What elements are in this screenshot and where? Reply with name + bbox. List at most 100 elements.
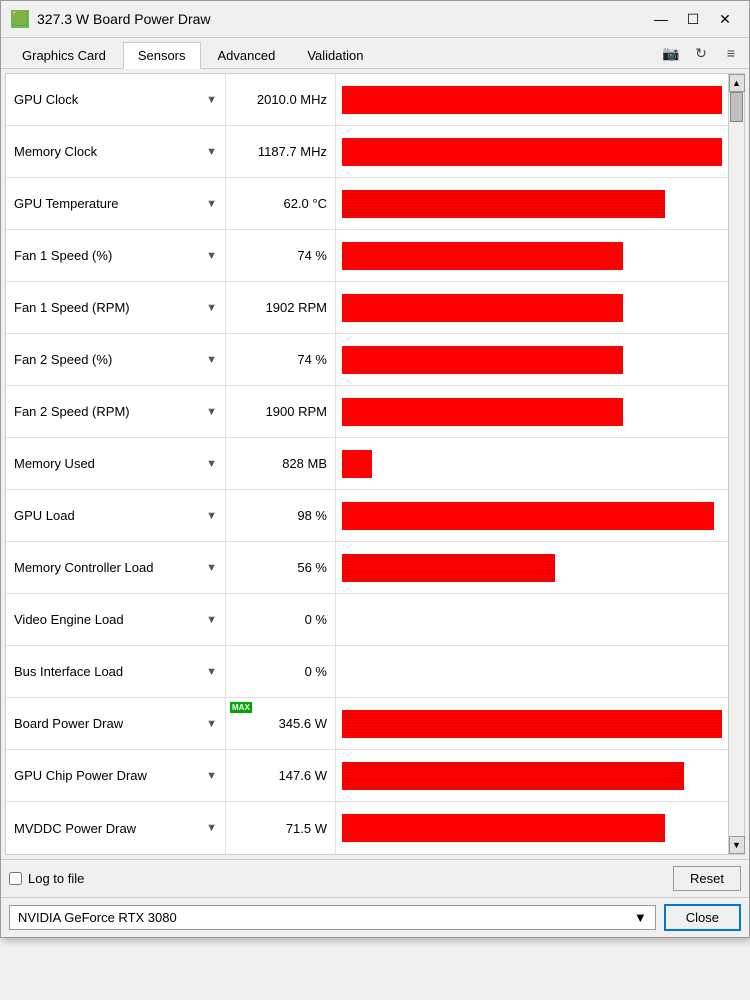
close-button[interactable]: Close bbox=[664, 904, 741, 931]
sensor-value-cell: 1187.7 MHz bbox=[226, 126, 336, 177]
log-to-file-checkbox[interactable] bbox=[9, 872, 22, 885]
tab-graphics-card[interactable]: Graphics Card bbox=[7, 42, 121, 68]
sensor-name-cell: GPU Clock ▼ bbox=[6, 74, 226, 125]
sensor-dropdown-arrow[interactable]: ▼ bbox=[206, 94, 217, 106]
log-to-file-text: Log to file bbox=[28, 871, 84, 886]
sensor-name-text: Fan 1 Speed (RPM) bbox=[14, 300, 130, 315]
sensor-dropdown-arrow[interactable]: ▼ bbox=[206, 666, 217, 678]
sensor-value-cell: 62.0 °C bbox=[226, 178, 336, 229]
sensor-dropdown-arrow[interactable]: ▼ bbox=[206, 718, 217, 730]
scroll-up-button[interactable]: ▲ bbox=[729, 74, 745, 92]
sensor-dropdown-arrow[interactable]: ▼ bbox=[206, 354, 217, 366]
sensor-row: GPU Chip Power Draw ▼ 147.6 W bbox=[6, 750, 728, 802]
sensor-bar-bg bbox=[342, 398, 722, 426]
refresh-button[interactable]: ↻ bbox=[689, 42, 713, 64]
sensor-bar-container bbox=[336, 438, 728, 489]
sensor-dropdown-arrow[interactable]: ▼ bbox=[206, 198, 217, 210]
sensor-value-cell: 98 % bbox=[226, 490, 336, 541]
gpu-selector[interactable]: NVIDIA GeForce RTX 3080 ▼ bbox=[9, 905, 656, 930]
sensor-bar-bg bbox=[342, 138, 722, 166]
sensor-value-text: 1900 RPM bbox=[266, 404, 327, 419]
sensor-name-cell: Fan 1 Speed (%) ▼ bbox=[6, 230, 226, 281]
sensor-bar-fill bbox=[342, 294, 623, 322]
sensor-bar-bg bbox=[342, 86, 722, 114]
sensor-value-text: 828 MB bbox=[282, 456, 327, 471]
sensor-bar-fill bbox=[342, 450, 372, 478]
gpu-name-text: NVIDIA GeForce RTX 3080 bbox=[18, 910, 177, 925]
sensor-value-text: 71.5 W bbox=[286, 821, 327, 836]
sensor-value-cell: 147.6 W bbox=[226, 750, 336, 801]
sensor-row: Memory Clock ▼ 1187.7 MHz bbox=[6, 126, 728, 178]
sensor-bar-fill bbox=[342, 814, 665, 842]
sensor-value-cell: 74 % bbox=[226, 334, 336, 385]
sensor-name-cell: MVDDC Power Draw ▼ bbox=[6, 802, 226, 854]
sensor-name-cell: Bus Interface Load ▼ bbox=[6, 646, 226, 697]
scroll-track[interactable] bbox=[729, 92, 744, 836]
tab-advanced[interactable]: Advanced bbox=[203, 42, 291, 68]
sensor-bar-noise bbox=[342, 190, 665, 218]
sensor-dropdown-arrow[interactable]: ▼ bbox=[206, 458, 217, 470]
sensor-value-cell: 56 % bbox=[226, 542, 336, 593]
sensor-row: GPU Temperature ▼ 62.0 °C bbox=[6, 178, 728, 230]
sensor-bar-fill bbox=[342, 86, 722, 114]
scrollbar[interactable]: ▲ ▼ bbox=[728, 74, 744, 854]
sensor-bar-container bbox=[336, 230, 728, 281]
sensor-name-cell: GPU Chip Power Draw ▼ bbox=[6, 750, 226, 801]
sensor-value-text: 0 % bbox=[305, 664, 327, 679]
sensor-bar-fill bbox=[342, 710, 722, 738]
sensor-dropdown-arrow[interactable]: ▼ bbox=[206, 146, 217, 158]
sensor-bar-bg bbox=[342, 606, 722, 634]
sensor-bar-bg bbox=[342, 658, 722, 686]
sensor-bar-bg bbox=[342, 502, 722, 530]
sensor-dropdown-arrow[interactable]: ▼ bbox=[206, 510, 217, 522]
sensor-dropdown-arrow[interactable]: ▼ bbox=[206, 250, 217, 262]
maximize-button[interactable]: ☐ bbox=[679, 7, 707, 31]
minimize-button[interactable]: — bbox=[647, 7, 675, 31]
sensor-dropdown-arrow[interactable]: ▼ bbox=[206, 822, 217, 834]
sensor-name-cell: Video Engine Load ▼ bbox=[6, 594, 226, 645]
sensor-value-text: 2010.0 MHz bbox=[257, 92, 327, 107]
sensor-bar-fill bbox=[342, 138, 722, 166]
sensor-name-text: Fan 2 Speed (%) bbox=[14, 352, 112, 367]
sensor-name-text: Memory Controller Load bbox=[14, 560, 153, 575]
sensor-row: Video Engine Load ▼ 0 % bbox=[6, 594, 728, 646]
screenshot-button[interactable]: 📷 bbox=[659, 42, 683, 64]
sensor-row: Fan 1 Speed (RPM) ▼ 1902 RPM bbox=[6, 282, 728, 334]
close-window-button[interactable]: ✕ bbox=[711, 7, 739, 31]
sensor-dropdown-arrow[interactable]: ▼ bbox=[206, 614, 217, 626]
sensor-dropdown-arrow[interactable]: ▼ bbox=[206, 406, 217, 418]
sensor-bar-fill bbox=[342, 190, 665, 218]
sensor-name-text: GPU Chip Power Draw bbox=[14, 768, 147, 783]
footer-bar: NVIDIA GeForce RTX 3080 ▼ Close bbox=[1, 897, 749, 937]
scroll-down-button[interactable]: ▼ bbox=[729, 836, 745, 854]
sensor-bar-fill bbox=[342, 346, 623, 374]
title-controls: — ☐ ✕ bbox=[647, 7, 739, 31]
scroll-thumb[interactable] bbox=[730, 92, 743, 122]
sensor-bar-bg bbox=[342, 710, 722, 738]
sensor-name-text: Bus Interface Load bbox=[14, 664, 123, 679]
sensor-bar-noise bbox=[342, 710, 722, 738]
sensor-bar-container bbox=[336, 490, 728, 541]
sensor-row: Fan 2 Speed (RPM) ▼ 1900 RPM bbox=[6, 386, 728, 438]
sensor-bar-container bbox=[336, 698, 728, 749]
title-bar-left: 🟩 327.3 W Board Power Draw bbox=[11, 10, 211, 28]
sensor-value-text: 345.6 W bbox=[279, 716, 327, 731]
tab-sensors[interactable]: Sensors bbox=[123, 42, 201, 69]
gpu-selector-arrow: ▼ bbox=[634, 910, 647, 925]
log-to-file-label[interactable]: Log to file bbox=[9, 871, 84, 886]
sensor-name-text: GPU Load bbox=[14, 508, 75, 523]
tab-bar: Graphics Card Sensors Advanced Validatio… bbox=[1, 38, 749, 69]
sensor-name-text: GPU Clock bbox=[14, 92, 78, 107]
sensor-dropdown-arrow[interactable]: ▼ bbox=[206, 302, 217, 314]
sensor-bar-fill bbox=[342, 502, 714, 530]
tab-validation[interactable]: Validation bbox=[292, 42, 378, 68]
sensor-value-cell: MAX345.6 W bbox=[226, 698, 336, 749]
sensor-row: Board Power Draw ▼ MAX345.6 W bbox=[6, 698, 728, 750]
sensor-name-cell: Fan 1 Speed (RPM) ▼ bbox=[6, 282, 226, 333]
menu-button[interactable]: ≡ bbox=[719, 42, 743, 64]
sensor-dropdown-arrow[interactable]: ▼ bbox=[206, 770, 217, 782]
sensor-dropdown-arrow[interactable]: ▼ bbox=[206, 562, 217, 574]
sensor-bar-container bbox=[336, 750, 728, 801]
reset-button[interactable]: Reset bbox=[673, 866, 741, 891]
sensor-value-cell: 71.5 W bbox=[226, 802, 336, 854]
